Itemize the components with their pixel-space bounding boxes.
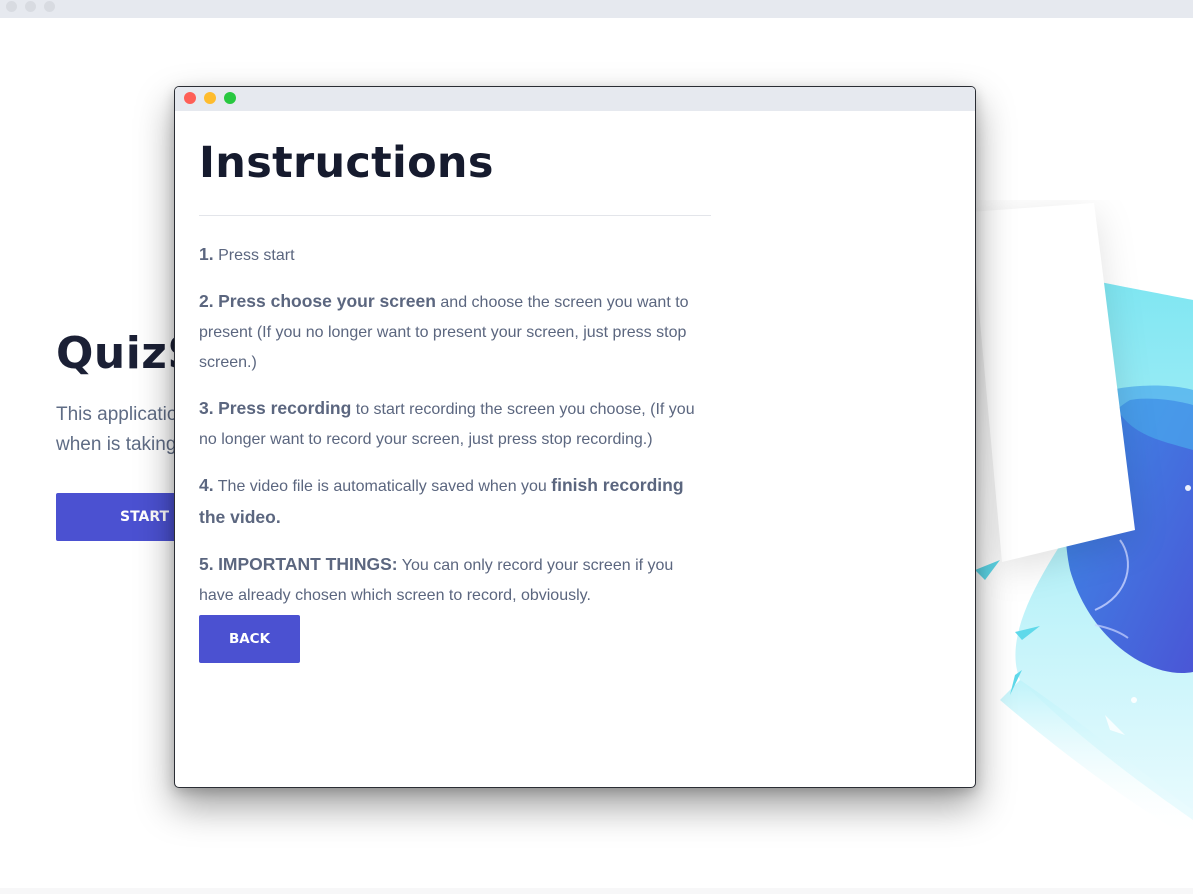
app-description: This application when is taking xyxy=(56,400,186,460)
bottom-strip xyxy=(0,888,1193,894)
bg-minimize-dot-icon xyxy=(25,1,36,12)
instructions-list: 1. Press start 2. Press choose your scre… xyxy=(199,239,711,626)
maximize-window-icon[interactable] xyxy=(224,92,236,104)
step-number: 3. xyxy=(199,398,214,418)
bg-close-dot-icon xyxy=(6,1,17,12)
step-emphasis: IMPORTANT THINGS: xyxy=(218,554,398,574)
back-button[interactable]: BACK xyxy=(199,615,300,663)
step-text: The video file is automatically saved wh… xyxy=(217,478,552,495)
app-description-line-1: This application xyxy=(56,404,186,425)
step-emphasis: Press recording xyxy=(218,398,352,418)
step-number: 1. xyxy=(199,244,214,264)
heading-divider xyxy=(199,215,711,216)
minimize-window-icon[interactable] xyxy=(204,92,216,104)
step-number: 2. xyxy=(199,291,214,311)
bg-maximize-dot-icon xyxy=(44,1,55,12)
step-text: Press start xyxy=(218,247,295,264)
app-description-line-2: when is taking xyxy=(56,434,177,455)
instruction-step-2: 2. Press choose your screen and choose t… xyxy=(199,286,711,378)
step-emphasis: Press choose your screen xyxy=(218,291,436,311)
instruction-step-4: 4. The video file is automatically saved… xyxy=(199,470,711,534)
instruction-step-5: 5. IMPORTANT THINGS: You can only record… xyxy=(199,549,711,611)
instructions-window-titlebar xyxy=(175,87,975,111)
instruction-step-1: 1. Press start xyxy=(199,239,711,271)
instructions-window: Instructions 1. Press start 2. Press cho… xyxy=(174,86,976,788)
page-title: Instructions xyxy=(199,138,494,188)
step-number: 4. xyxy=(199,475,214,495)
instructions-content: Instructions 1. Press start 2. Press cho… xyxy=(199,111,711,604)
close-window-icon[interactable] xyxy=(184,92,196,104)
background-window-titlebar xyxy=(0,0,1193,18)
instruction-step-3: 3. Press recording to start recording th… xyxy=(199,393,711,455)
step-number: 5. xyxy=(199,554,214,574)
decorative-illustration xyxy=(970,203,1193,840)
